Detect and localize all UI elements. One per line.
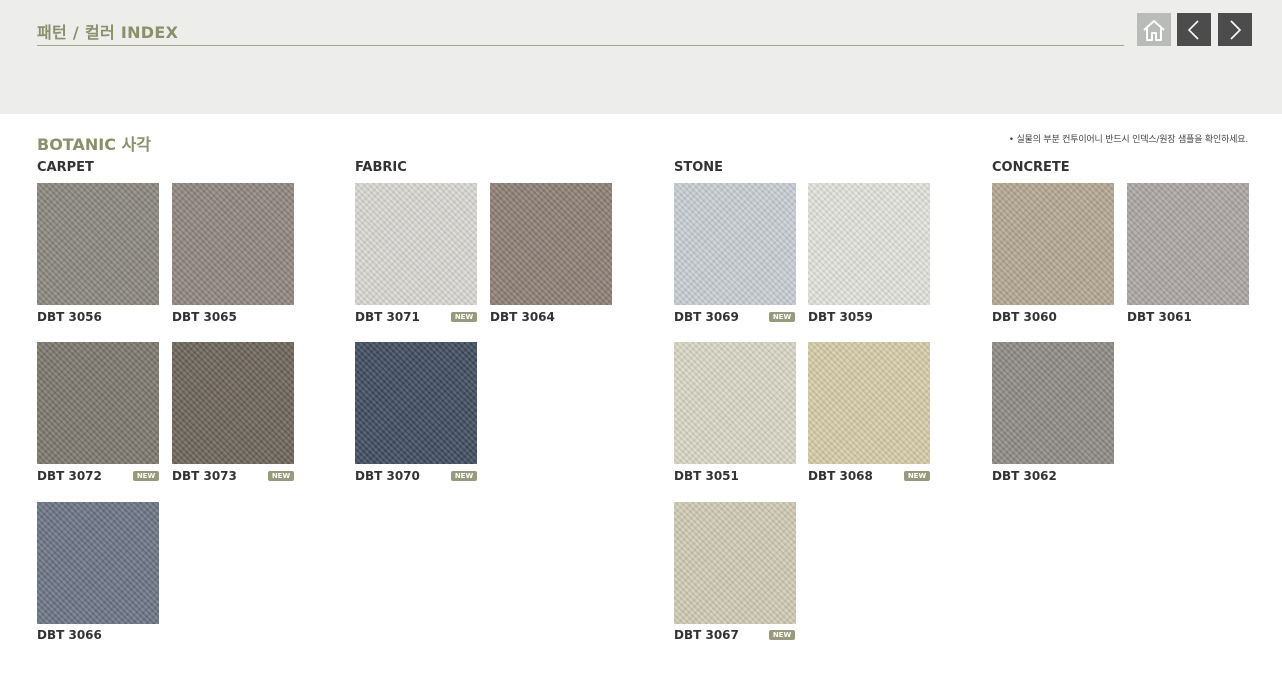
swatch-code: DBT 3069 xyxy=(674,310,739,324)
top-bar xyxy=(0,0,1282,114)
swatch-dbt-3070[interactable] xyxy=(355,342,477,464)
swatch-dbt-3062[interactable] xyxy=(992,342,1114,464)
swatch-code: DBT 3062 xyxy=(992,469,1057,483)
new-badge: NEW xyxy=(451,312,477,322)
swatch-dbt-3059[interactable] xyxy=(808,183,930,305)
swatch-dbt-3071[interactable] xyxy=(355,183,477,305)
swatch-code: DBT 3064 xyxy=(490,310,555,324)
swatch-code: DBT 3071 xyxy=(355,310,420,324)
category-fabric-title: FABRIC xyxy=(355,160,407,175)
swatch-code: DBT 3066 xyxy=(37,628,102,642)
new-badge: NEW xyxy=(769,312,795,322)
swatch-dbt-3056[interactable] xyxy=(37,183,159,305)
swatch-dbt-3069[interactable] xyxy=(674,183,796,305)
swatch-code: DBT 3059 xyxy=(808,310,873,324)
home-icon xyxy=(1143,19,1165,41)
category-concrete-title: CONCRETE xyxy=(992,160,1070,175)
swatch-code: DBT 3060 xyxy=(992,310,1057,324)
sample-notice: • 실물의 부분 컨투이어니 반드시 인덱스/원장 샘플을 확인하세요. xyxy=(1008,135,1249,145)
new-badge: NEW xyxy=(769,630,795,640)
home-button[interactable] xyxy=(1137,13,1171,46)
chevron-left-icon xyxy=(1187,19,1199,40)
swatch-dbt-3065[interactable] xyxy=(172,183,294,305)
swatch-dbt-3061[interactable] xyxy=(1127,183,1249,305)
category-stone-title: STONE xyxy=(674,160,724,175)
title-divider xyxy=(37,45,1124,46)
swatch-code: DBT 3072 xyxy=(37,469,102,483)
new-badge: NEW xyxy=(133,471,159,481)
swatch-code: DBT 3061 xyxy=(1127,310,1192,324)
swatch-code: DBT 3067 xyxy=(674,628,739,642)
prev-button[interactable] xyxy=(1177,13,1211,46)
swatch-code: DBT 3070 xyxy=(355,469,420,483)
swatch-code: DBT 3056 xyxy=(37,310,102,324)
swatch-dbt-3072[interactable] xyxy=(37,342,159,464)
page-title: 패턴 / 컬러 INDEX xyxy=(37,23,179,42)
new-badge: NEW xyxy=(268,471,294,481)
swatch-dbt-3066[interactable] xyxy=(37,502,159,624)
new-badge: NEW xyxy=(904,471,930,481)
swatch-code: DBT 3065 xyxy=(172,310,237,324)
swatch-code: DBT 3068 xyxy=(808,469,873,483)
swatch-code: DBT 3051 xyxy=(674,469,739,483)
swatch-code: DBT 3073 xyxy=(172,469,237,483)
swatch-dbt-3060[interactable] xyxy=(992,183,1114,305)
swatch-dbt-3067[interactable] xyxy=(674,502,796,624)
new-badge: NEW xyxy=(451,471,477,481)
next-button[interactable] xyxy=(1218,13,1252,46)
swatch-dbt-3073[interactable] xyxy=(172,342,294,464)
swatch-dbt-3064[interactable] xyxy=(490,183,612,305)
category-carpet-title: CARPET xyxy=(37,160,94,175)
swatch-dbt-3051[interactable] xyxy=(674,342,796,464)
swatch-dbt-3068[interactable] xyxy=(808,342,930,464)
chevron-right-icon xyxy=(1230,19,1242,40)
section-title: BOTANIC 사각 xyxy=(37,135,151,154)
